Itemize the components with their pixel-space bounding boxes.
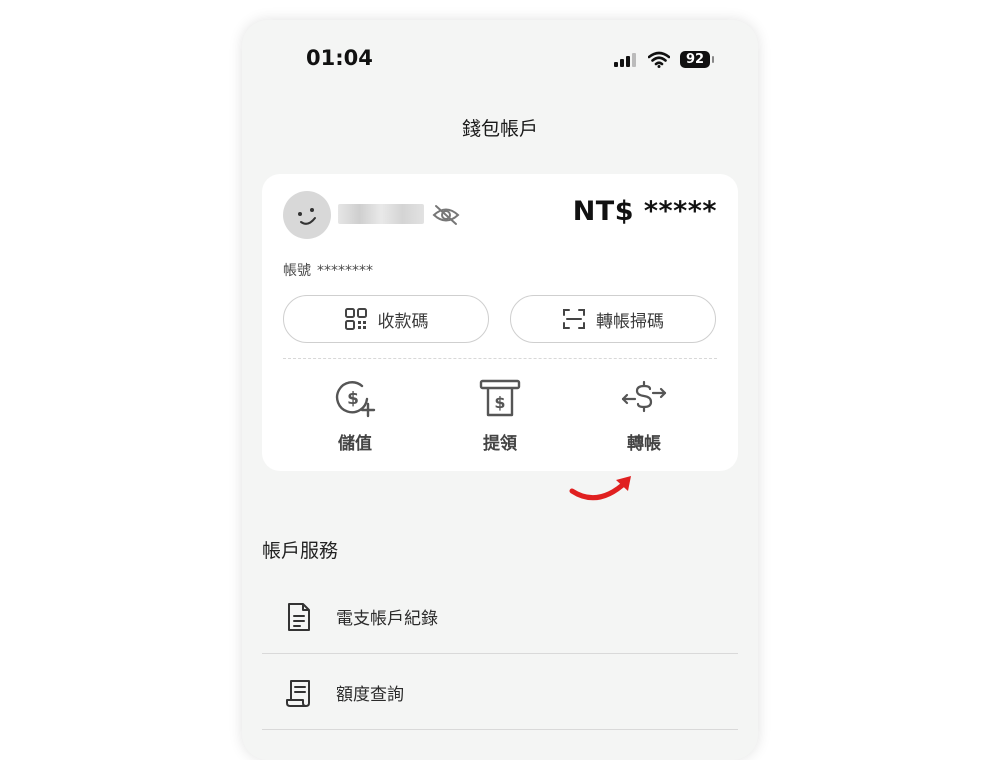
transfer-arrows-icon (621, 380, 667, 413)
eye-hidden-icon[interactable] (432, 203, 460, 227)
receipt-icon (286, 679, 310, 707)
section-title-account-services: 帳戶服務 (262, 540, 339, 562)
withdraw-label: 提領 (483, 434, 517, 454)
document-icon (288, 602, 310, 631)
transfer-scan-button[interactable]: 轉帳掃碼 (510, 295, 716, 343)
receive-code-button[interactable]: 收款碼 (283, 295, 489, 343)
transfer-button[interactable]: 轉帳 (599, 377, 689, 454)
scan-frame-icon (563, 309, 585, 329)
transfer-scan-label: 轉帳掃碼 (596, 311, 664, 332)
list-item-limit-inquiry[interactable]: 額度查詢 (262, 656, 738, 730)
dashed-divider (283, 358, 717, 359)
dollar-plus-icon: $ (335, 381, 376, 418)
battery-indicator: 92 (680, 51, 710, 68)
top-up-label: 儲值 (338, 434, 372, 454)
withdraw-button[interactable]: $ 提領 (455, 377, 545, 454)
smiley-face-icon (298, 208, 316, 225)
phone-screen: 01:04 92 錢包帳戶 NT$ ***** 帳號 ******** 收款碼 … (242, 20, 758, 760)
list-item-account-records[interactable]: 電支帳戶紀錄 (262, 580, 738, 654)
svg-text:$: $ (347, 389, 359, 409)
account-line: 帳號 ******** (283, 260, 379, 280)
balance-amount: NT$ ***** (572, 196, 717, 227)
svg-text:$: $ (494, 393, 505, 412)
red-annotation-arrow-icon (569, 476, 631, 501)
transfer-label: 轉帳 (627, 434, 661, 454)
cellular-signal-icon (614, 53, 636, 67)
account-number: ******** (317, 263, 373, 279)
wifi-icon (648, 51, 670, 68)
qr-code-icon (344, 308, 367, 330)
list-item-label: 電支帳戶紀錄 (336, 609, 438, 629)
battery-tip (712, 56, 714, 63)
atm-withdraw-icon: $ (479, 379, 521, 417)
account-label: 帳號 (283, 263, 311, 279)
wallet-card: NT$ ***** 帳號 ******** 收款碼 轉帳掃碼 $ 儲值 $ 提領… (262, 174, 738, 471)
masked-user-name (338, 204, 424, 224)
receive-code-label: 收款碼 (377, 311, 429, 332)
page-title: 錢包帳戶 (461, 118, 538, 140)
avatar[interactable] (283, 191, 331, 239)
top-up-button[interactable]: $ 儲值 (310, 377, 400, 454)
list-item-label: 額度查詢 (336, 685, 404, 705)
status-time: 01:04 (306, 46, 373, 70)
